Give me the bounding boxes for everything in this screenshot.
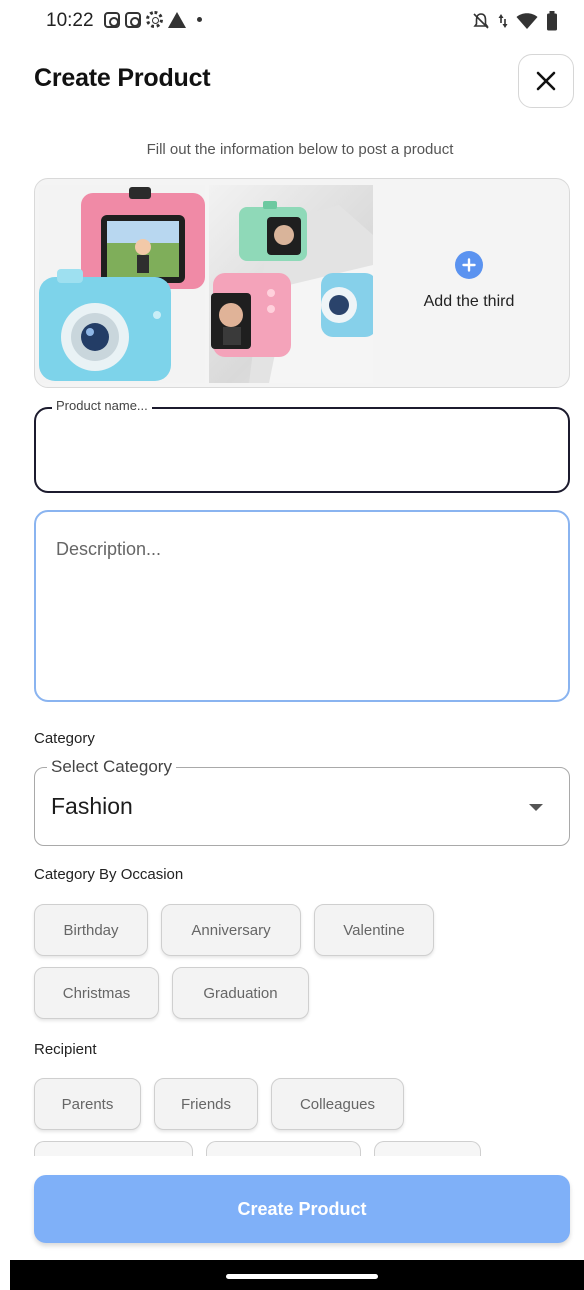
chip-christmas[interactable]: Christmas xyxy=(34,967,159,1019)
page-title: Create Product xyxy=(34,64,211,92)
chip-friends[interactable]: Friends xyxy=(154,1078,258,1130)
home-indicator[interactable] xyxy=(226,1274,378,1279)
product-photo-2[interactable] xyxy=(209,185,373,383)
image-picker: Add the third xyxy=(34,178,570,388)
chip-anniversary[interactable]: Anniversary xyxy=(161,904,301,956)
status-time: 10:22 xyxy=(46,10,94,31)
chip-valentine[interactable]: Valentine xyxy=(314,904,434,956)
instagram-icon xyxy=(125,11,141,28)
notification-dot-icon xyxy=(197,17,202,22)
category-select-value: Fashion xyxy=(51,793,133,819)
plus-circle-icon xyxy=(455,251,483,279)
form-subtitle: Fill out the information below to post a… xyxy=(146,141,454,158)
chip-birthday[interactable]: Birthday xyxy=(34,904,148,956)
status-icons-left xyxy=(104,11,202,28)
dropdown-arrow-icon xyxy=(529,804,543,811)
battery-icon xyxy=(547,11,557,31)
chip-graduation[interactable]: Graduation xyxy=(172,967,309,1019)
create-product-button[interactable]: Create Product xyxy=(34,1175,570,1243)
product-photo-1[interactable] xyxy=(39,185,205,383)
add-photo-slot[interactable]: Add the third xyxy=(373,185,565,383)
wifi-icon xyxy=(516,13,538,29)
bell-off-icon xyxy=(473,13,489,29)
chip-colleagues[interactable]: Colleagues xyxy=(271,1078,404,1130)
close-button[interactable] xyxy=(518,54,574,108)
category-select-label: Select Category xyxy=(47,757,176,777)
settings-gear-icon xyxy=(146,11,163,28)
close-icon xyxy=(536,71,556,91)
warning-icon xyxy=(168,11,186,28)
kids-camera-illustration xyxy=(211,201,373,383)
chip-parents[interactable]: Parents xyxy=(34,1078,141,1130)
instagram-icon xyxy=(104,11,120,28)
data-arrows-icon xyxy=(498,14,508,28)
category-select[interactable]: Select Category Fashion xyxy=(34,757,570,846)
description-placeholder: Description... xyxy=(56,539,162,559)
status-icons-right xyxy=(472,11,558,31)
product-name-label: Product name... xyxy=(52,398,152,413)
status-bar: 10:22 xyxy=(0,0,584,44)
recipient-section-label: Recipient xyxy=(34,1041,97,1058)
kids-camera-illustration xyxy=(39,187,205,381)
product-name-field[interactable]: Product name... xyxy=(34,398,570,493)
description-field[interactable]: Description... xyxy=(34,510,570,702)
category-section-label: Category xyxy=(34,730,95,747)
occasion-section-label: Category By Occasion xyxy=(34,866,184,883)
add-photo-label: Add the third xyxy=(423,293,515,310)
